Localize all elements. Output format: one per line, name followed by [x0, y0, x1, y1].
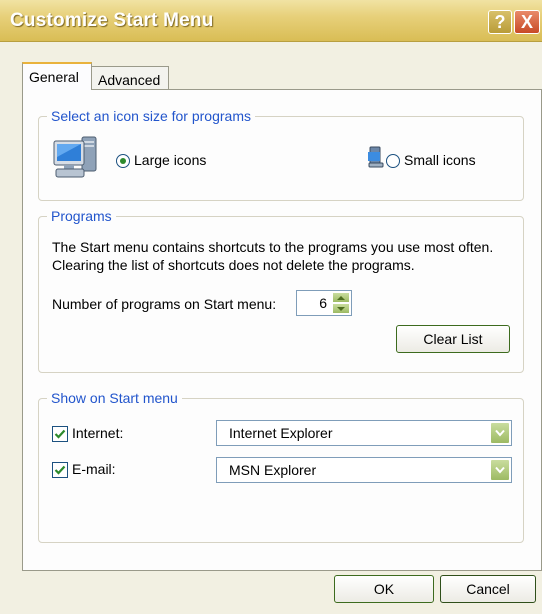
clear-list-label: Clear List — [423, 331, 483, 347]
email-dropdown-button[interactable] — [490, 459, 510, 481]
chevron-down-icon — [495, 466, 505, 474]
small-icons-label[interactable]: Small icons — [404, 152, 476, 168]
email-label[interactable]: E-mail: — [72, 461, 116, 477]
help-button[interactable]: ? — [488, 10, 512, 34]
small-computer-icon — [368, 146, 384, 168]
programs-legend: Programs — [47, 208, 116, 224]
tab-general[interactable]: General — [22, 62, 92, 90]
arrow-up-icon — [337, 295, 345, 300]
window-title: Customize Start Menu — [10, 10, 214, 31]
tab-general-label: General — [29, 69, 79, 85]
number-of-programs-label: Number of programs on Start menu: — [52, 296, 277, 312]
help-icon: ? — [494, 11, 506, 32]
title-bar[interactable]: Customize Start Menu ? X — [0, 0, 542, 42]
large-computer-icon — [53, 136, 97, 178]
close-button[interactable]: X — [514, 10, 540, 34]
spinner-buttons — [332, 292, 350, 314]
internet-browser-value: Internet Explorer — [229, 425, 333, 441]
tab-advanced-label: Advanced — [98, 71, 161, 88]
icon-size-legend: Select an icon size for programs — [47, 108, 255, 124]
checkmark-icon — [54, 465, 66, 475]
email-program-value: MSN Explorer — [229, 462, 317, 478]
internet-browser-select[interactable]: Internet Explorer — [216, 420, 512, 446]
show-on-start-menu-legend: Show on Start menu — [47, 390, 182, 406]
ok-button[interactable]: OK — [334, 575, 434, 603]
number-of-programs-value[interactable]: 6 — [319, 295, 327, 311]
internet-dropdown-button[interactable] — [490, 422, 510, 444]
clear-list-button[interactable]: Clear List — [396, 325, 510, 353]
internet-label[interactable]: Internet: — [72, 425, 123, 441]
programs-description: The Start menu contains shortcuts to the… — [52, 239, 494, 273]
cancel-label: Cancel — [466, 581, 510, 597]
spinner-up-button[interactable] — [332, 292, 350, 303]
chevron-down-icon — [495, 429, 505, 437]
number-of-programs-spinner[interactable]: 6 — [296, 290, 352, 316]
email-program-select[interactable]: MSN Explorer — [216, 457, 512, 483]
checkmark-icon — [54, 429, 66, 439]
small-icons-radio[interactable] — [386, 154, 400, 168]
large-icons-label[interactable]: Large icons — [134, 152, 206, 168]
spinner-down-button[interactable] — [332, 303, 350, 314]
large-icons-radio[interactable] — [116, 154, 130, 168]
ok-label: OK — [373, 581, 395, 597]
close-icon: X — [520, 11, 533, 32]
arrow-down-icon — [337, 306, 345, 311]
email-checkbox[interactable] — [52, 462, 68, 478]
cancel-button[interactable]: Cancel — [440, 575, 536, 603]
internet-checkbox[interactable] — [52, 426, 68, 442]
